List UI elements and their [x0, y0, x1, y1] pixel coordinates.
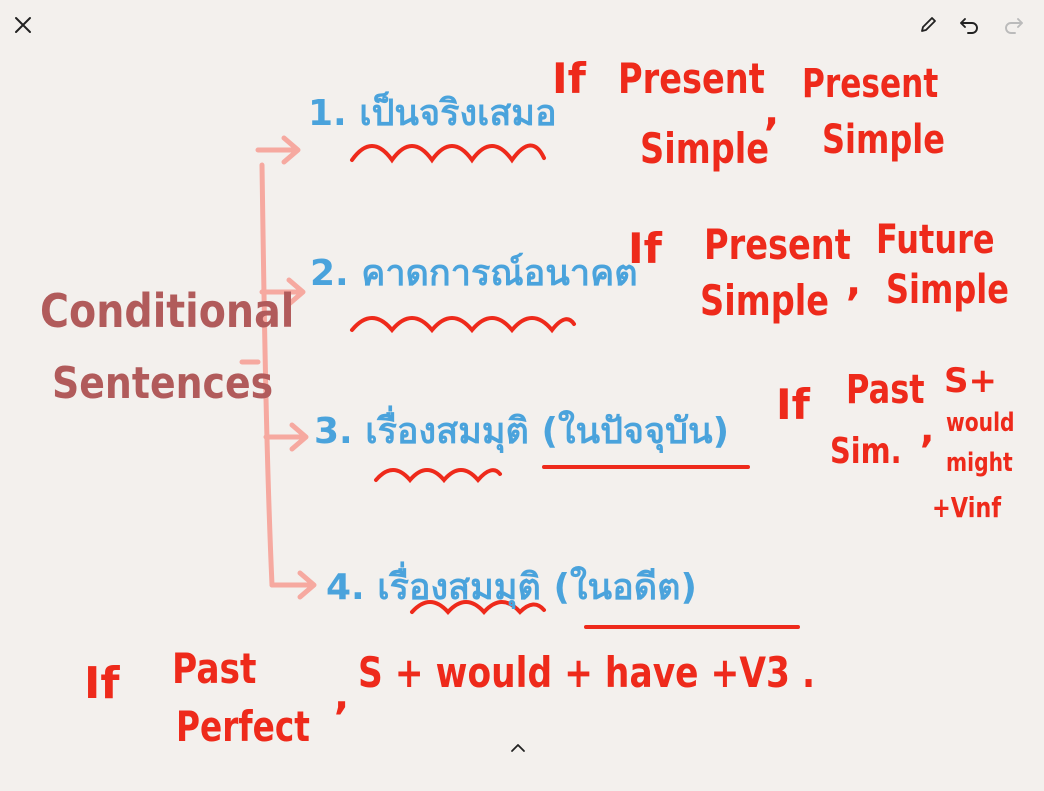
- item-3-if: If: [776, 380, 810, 429]
- item-3-if-clause-1: Past: [846, 367, 925, 413]
- item-4-main-clause: S + would + have +V3 .: [358, 648, 816, 697]
- item-2-comma: ,: [846, 259, 862, 305]
- item-1-main-clause-1: Present: [802, 61, 939, 107]
- item-1-if: If: [552, 54, 586, 103]
- topic-line-2: Sentences: [52, 358, 274, 409]
- item-2-main-clause-1: Future: [876, 217, 995, 263]
- item-3-label: 3. เรื่องสมมุติ (ในปัจจุบัน): [314, 411, 730, 452]
- item-1-if-clause-1: Present: [618, 54, 765, 103]
- item-2-label: 2. คาดการณ์อนาคต: [310, 253, 638, 294]
- item-4-label: 4. เรื่องสมมุติ (ในอดีต): [326, 567, 697, 608]
- item-3-main-clause-1: S+: [944, 361, 997, 401]
- item-3-comma: ,: [920, 407, 935, 451]
- chevron-up-icon: [511, 744, 525, 752]
- topic-line-1: Conditional: [40, 284, 295, 338]
- item-4-comma: ,: [334, 673, 350, 719]
- expand-button[interactable]: [503, 736, 533, 760]
- note-canvas[interactable]: Conditional Sentences 1. เป็นจริงเสมอ If…: [0, 0, 1044, 791]
- item-4-if-clause-2: Perfect: [176, 702, 310, 751]
- item-3-main-clause-3: might: [946, 448, 1013, 478]
- item-2-if-clause-2: Simple: [700, 276, 830, 325]
- item-2-if: If: [628, 224, 662, 273]
- item-3-main-clause-2: would: [946, 408, 1015, 438]
- item-3-if-clause-2: Sim.: [830, 431, 902, 472]
- item-2-main-clause-2: Simple: [886, 267, 1009, 313]
- item-1-comma: ,: [764, 89, 780, 135]
- item-3-main-clause-4: +Vinf: [932, 491, 1002, 524]
- item-1-if-clause-2: Simple: [640, 124, 770, 173]
- item-4-if-clause-1: Past: [172, 644, 257, 693]
- item-2-if-clause-1: Present: [704, 220, 851, 269]
- item-1-main-clause-2: Simple: [822, 117, 945, 163]
- item-1-label: 1. เป็นจริงเสมอ: [308, 93, 557, 134]
- item-4-if: If: [84, 658, 120, 709]
